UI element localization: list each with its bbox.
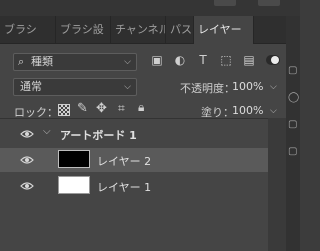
- right-dock-strip: ▢ ◯ ▢ ▢: [286, 16, 300, 251]
- dock-icon[interactable]: ▢: [288, 147, 298, 157]
- panel-tab-bar: ブラシ ブラシ設 チャンネル パス レイヤー: [0, 16, 286, 44]
- image-filter-icon[interactable]: ▣: [150, 53, 164, 67]
- tab-layers[interactable]: レイヤー: [194, 16, 254, 44]
- tab-brush[interactable]: ブラシ: [0, 16, 56, 43]
- layer-name: レイヤー 1: [97, 181, 152, 194]
- chevron-down-icon[interactable]: ⌵: [270, 82, 277, 92]
- adjustment-filter-icon[interactable]: ◐: [173, 53, 187, 67]
- smart-object-filter-icon[interactable]: ▤: [242, 53, 256, 67]
- fill-field[interactable]: 100%: [232, 104, 263, 117]
- chevron-down-icon: ⌵: [124, 57, 131, 67]
- search-icon: ⌕: [18, 55, 25, 68]
- filter-toggle-switch[interactable]: [266, 55, 280, 65]
- toggle-knob: [271, 56, 279, 64]
- layer-name: レイヤー 2: [97, 155, 152, 168]
- chevron-down-icon[interactable]: ⌵: [270, 106, 277, 116]
- opacity-field[interactable]: 100%: [232, 80, 263, 93]
- dock-icon[interactable]: ◯: [288, 93, 299, 103]
- layers-scrollbar[interactable]: [268, 118, 286, 251]
- visibility-eye-icon[interactable]: [20, 155, 34, 165]
- panel-collapse-tab[interactable]: [214, 0, 236, 6]
- divider: [0, 118, 286, 119]
- visibility-eye-icon[interactable]: [20, 129, 34, 139]
- layer-row-selected[interactable]: レイヤー 2: [0, 148, 268, 172]
- lock-artboard-icon[interactable]: ⌗: [118, 101, 125, 116]
- lock-move-icon[interactable]: ✥: [96, 101, 107, 116]
- layer-row[interactable]: レイヤー 1: [0, 174, 268, 198]
- layer-row-artboard[interactable]: ⌵ アートボード 1: [0, 122, 268, 146]
- tab-channels[interactable]: チャンネル: [111, 16, 166, 43]
- lock-all-icon[interactable]: 🔒︎: [138, 100, 144, 115]
- shape-filter-icon[interactable]: ⬚: [219, 53, 233, 67]
- chevron-down-icon: ⌵: [124, 82, 131, 92]
- trash-tab[interactable]: [258, 0, 280, 6]
- dock-icon[interactable]: ▢: [288, 66, 298, 76]
- visibility-eye-icon[interactable]: [20, 181, 34, 191]
- layer-thumbnail: [58, 176, 90, 194]
- type-filter-icon[interactable]: T: [196, 53, 210, 67]
- filter-kind-value: 種類: [31, 55, 53, 68]
- tab-paths[interactable]: パス: [166, 16, 194, 43]
- expand-chevron-icon[interactable]: ⌵: [43, 126, 51, 137]
- lock-brush-icon[interactable]: ✎: [77, 101, 88, 116]
- top-strip: [0, 0, 300, 16]
- dock-icon[interactable]: ▢: [288, 120, 298, 130]
- layer-name: アートボード 1: [60, 129, 137, 142]
- blend-mode-dropdown[interactable]: 通常 ⌵: [13, 78, 137, 96]
- lock-transparency-icon[interactable]: [58, 104, 70, 116]
- opacity-label: 不透明度：: [180, 82, 235, 95]
- filter-kind-dropdown[interactable]: ⌕ 種類 ⌵: [13, 53, 137, 71]
- layer-thumbnail: [58, 150, 90, 168]
- blend-mode-value: 通常: [20, 80, 42, 93]
- tab-brush-settings[interactable]: ブラシ設: [56, 16, 111, 43]
